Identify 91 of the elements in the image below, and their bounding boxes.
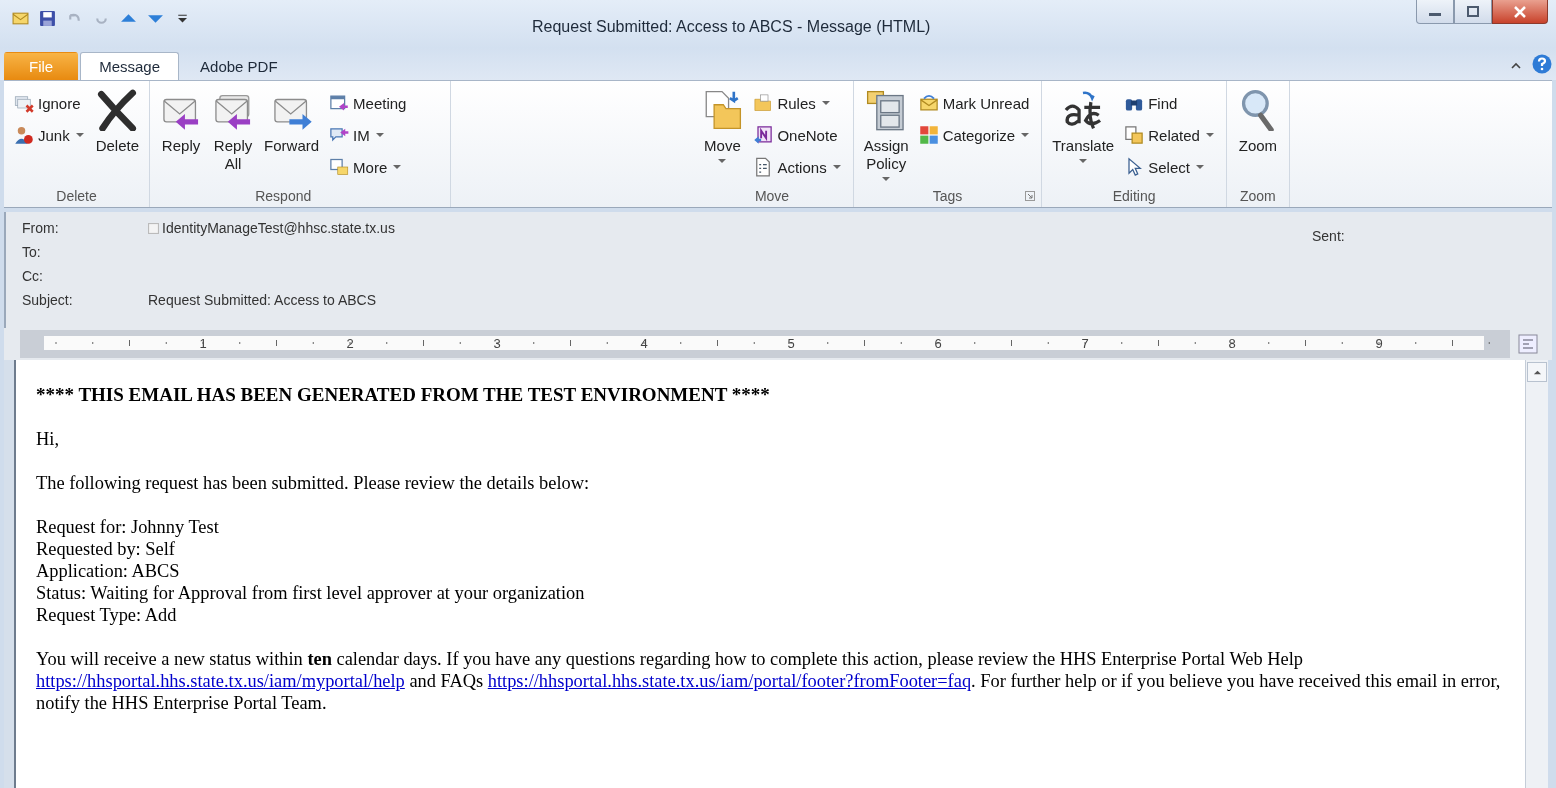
scroll-up-button[interactable] — [1527, 362, 1547, 382]
minimize-button[interactable] — [1416, 0, 1454, 24]
field-label: Sent: — [1312, 227, 1345, 246]
documents-icon — [1124, 125, 1145, 145]
group-label: Delete — [56, 188, 97, 204]
detail-line: Application: ABCS — [36, 560, 181, 582]
greeting-text: Hi, — [36, 428, 60, 450]
caret-icon — [375, 133, 384, 137]
ribbon-tab[interactable]: Message — [80, 52, 180, 80]
ribbon-button[interactable]: Assign Policy — [859, 85, 913, 185]
group-label: Zoom — [1240, 188, 1276, 204]
field-label: From: — [22, 220, 60, 236]
ruler-number: 4 — [640, 336, 648, 351]
envelope-stack-icon — [14, 93, 34, 113]
window-title: Request Submitted: Access to ABCS - Message (HTML) — [532, 17, 932, 36]
ruler-number: 2 — [346, 336, 354, 351]
ribbon-tab[interactable]: Adobe PDF — [181, 52, 297, 80]
group-label: Respond — [255, 188, 312, 204]
ribbon-button[interactable]: Move — [697, 85, 748, 185]
ribbon-button[interactable]: Zoom — [1232, 85, 1283, 185]
ribbon-button[interactable]: More — [325, 153, 411, 181]
ribbon-button[interactable]: Mark Unread — [914, 89, 1036, 117]
minimize-icon — [1429, 13, 1441, 16]
ruler-number: 3 — [493, 336, 501, 351]
close-icon — [1512, 5, 1528, 18]
ribbon-button[interactable]: Meeting — [325, 89, 411, 117]
caret-icon — [1021, 133, 1030, 137]
ruler-number: 7 — [1081, 336, 1089, 351]
field-label: Subject: — [22, 292, 74, 308]
detail-line: Requested by: Self — [36, 538, 176, 560]
closing-paragraph: You will receive a new status within ten calendar days. If you have any questions regarding how to complete this action, please review the HHS Enterprise Portal Web Help https://hhsportal.hhs.state.tx.us/iam/myportal/help and FAQs https://hhsportal.hhs.state.tx.us/iam/portal/footer?fromFooter=faq. For further help or if you believe you have received this email in error, notify the HHS Enterprise Portal Team. — [36, 648, 1502, 714]
field-label: To: — [22, 244, 42, 260]
intro-text: The following request has been submitted. Please review the details below: — [36, 472, 591, 494]
caret-icon — [832, 165, 841, 169]
view-ruler-icon[interactable] — [1518, 334, 1538, 354]
field-value: IdentityManageTest@hhsc.state.tx.us — [162, 220, 395, 236]
ribbon-button[interactable]: Reply — [156, 85, 207, 185]
ruler-number: 9 — [1375, 336, 1383, 351]
detail-line: Status: Waiting for Approval from first level approver at your organization — [36, 582, 586, 604]
ribbon-button[interactable]: Select — [1120, 153, 1220, 181]
ribbon-button[interactable]: Forward — [260, 85, 324, 185]
group-label: Tags — [932, 188, 963, 204]
caret-icon — [75, 133, 84, 137]
save-icon[interactable] — [39, 10, 56, 27]
ribbon-button[interactable]: Find — [1120, 89, 1220, 117]
note-icon — [753, 125, 774, 145]
ruler-number: 1 — [199, 336, 207, 351]
contact-status-icon — [148, 222, 159, 234]
folder-icon — [753, 93, 774, 113]
close-button[interactable] — [1492, 0, 1548, 24]
help-icon[interactable] — [1532, 54, 1552, 74]
caret-icon — [1079, 159, 1088, 163]
ribbon-button[interactable]: OneNote — [749, 121, 847, 149]
ruler-number: 6 — [934, 336, 942, 351]
ruler-number: 5 — [787, 336, 795, 351]
ribbon-button[interactable]: Related — [1120, 121, 1220, 149]
detail-line: Request for: Johnny Test — [36, 516, 220, 538]
person-block-icon — [14, 125, 34, 145]
calendar-icon — [329, 93, 350, 113]
message-heading: **** THIS EMAIL HAS BEEN GENERATED FROM THE TEST ENVIRONMENT **** — [36, 384, 771, 406]
envelope-icon — [12, 10, 29, 27]
group-label: Move — [754, 188, 790, 204]
link[interactable]: https://hhsportal.hhs.state.tx.us/iam/portal/footer?fromFooter=faq — [487, 671, 972, 691]
caret-icon — [1205, 133, 1214, 137]
caret-icon — [718, 159, 727, 163]
field-value: Request Submitted: Access to ABCS — [148, 292, 376, 308]
caret-icon — [393, 165, 402, 169]
ruler-number: 8 — [1228, 336, 1236, 351]
scrollbar[interactable] — [1525, 360, 1548, 788]
ribbon-button[interactable]: Translate — [1048, 85, 1119, 185]
caret-icon — [882, 177, 891, 181]
ribbon-button[interactable]: Actions — [749, 153, 847, 181]
group-label: Editing — [1112, 188, 1156, 204]
dialog-launcher-icon[interactable] — [1025, 191, 1036, 201]
caret-icon — [1195, 165, 1204, 169]
delete-icon — [96, 89, 139, 131]
caret-icon — [821, 101, 830, 105]
ribbon-button[interactable]: Junk — [10, 121, 90, 149]
ribbon-button[interactable]: IM — [325, 121, 411, 149]
maximize-button[interactable] — [1454, 0, 1492, 24]
ribbon-button[interactable]: Ignore — [10, 89, 90, 117]
ribbon-button[interactable]: Delete — [91, 85, 144, 185]
ribbon-button[interactable]: Categorize — [914, 121, 1036, 149]
detail-line: Request Type: Add — [36, 604, 178, 626]
ribbon-button[interactable]: Rules — [749, 89, 847, 117]
envelope-icon — [918, 93, 939, 113]
link[interactable]: https://hhsportal.hhs.state.tx.us/iam/myportal/help — [36, 671, 405, 691]
field-label: Cc: — [22, 268, 44, 284]
ribbon-button[interactable]: Reply All — [208, 85, 259, 185]
maximize-icon — [1465, 5, 1481, 18]
color-grid-icon — [918, 125, 939, 145]
